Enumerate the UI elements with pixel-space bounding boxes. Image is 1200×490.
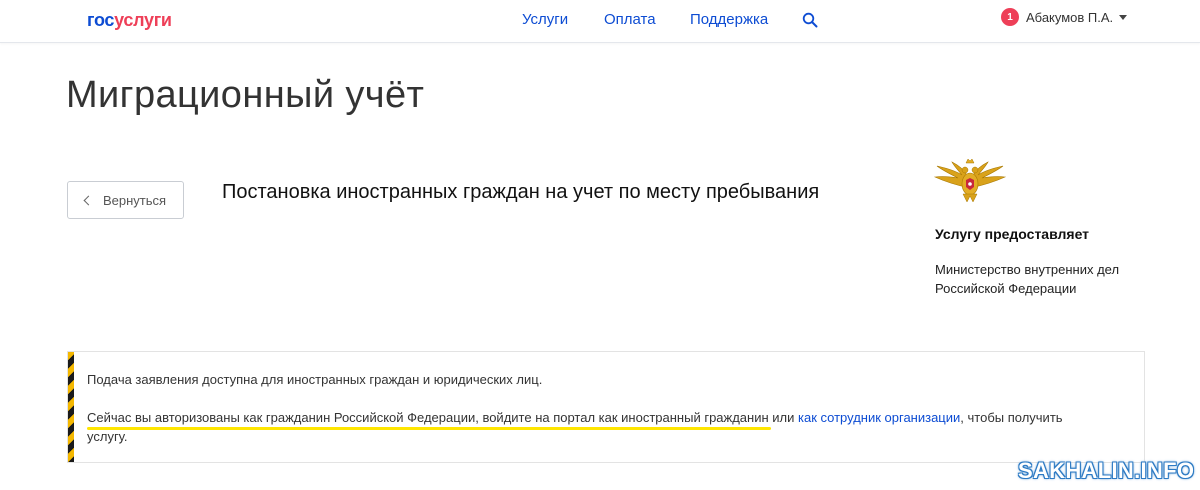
back-button[interactable]: Вернуться	[67, 181, 184, 219]
employee-login-link[interactable]: как сотрудник организации	[798, 410, 960, 425]
nav-support-link[interactable]: Поддержка	[690, 11, 768, 28]
provider-name: Министерство внутренних дел Российской Ф…	[935, 262, 1120, 296]
provider-heading: Услугу предоставляет	[935, 226, 1090, 242]
gosuslugi-logo[interactable]: госуслуги	[87, 10, 172, 31]
site-watermark: SAKHALIN.INFO	[1018, 458, 1195, 483]
notice-auth-text: Сейчас вы авторизованы как гражданин Рос…	[87, 408, 1087, 446]
chevron-left-icon	[83, 195, 94, 205]
notification-badge[interactable]: 1	[1001, 8, 1019, 26]
warning-stripe	[68, 352, 74, 462]
logo-part-uslugi: услуги	[114, 10, 172, 30]
nav-services-link[interactable]: Услуги	[522, 11, 568, 28]
page-title: Миграционный учёт	[66, 74, 425, 116]
notice-box: Подача заявления доступна для иностранны…	[67, 351, 1145, 463]
top-header: госуслуги Услуги Оплата Поддержка 1 Абак…	[0, 0, 1200, 43]
search-icon[interactable]	[802, 12, 818, 28]
notice-availability-text: Подача заявления доступна для иностранны…	[87, 372, 543, 387]
nav-payment-link[interactable]: Оплата	[604, 11, 656, 28]
logo-part-gos: гос	[87, 10, 115, 30]
chevron-down-icon[interactable]	[1119, 14, 1128, 20]
notice-or-text: или	[768, 410, 798, 425]
back-button-label: Вернуться	[102, 192, 167, 208]
highlighted-auth-text: Сейчас вы авторизованы как гражданин Рос…	[87, 410, 769, 425]
user-name[interactable]: Абакумов П.А.	[1026, 10, 1113, 25]
user-menu[interactable]: 1 Абакумов П.А.	[1001, 8, 1128, 26]
double-headed-eagle-emblem-icon	[934, 158, 1006, 203]
service-title: Постановка иностранных граждан на учет п…	[222, 181, 820, 203]
